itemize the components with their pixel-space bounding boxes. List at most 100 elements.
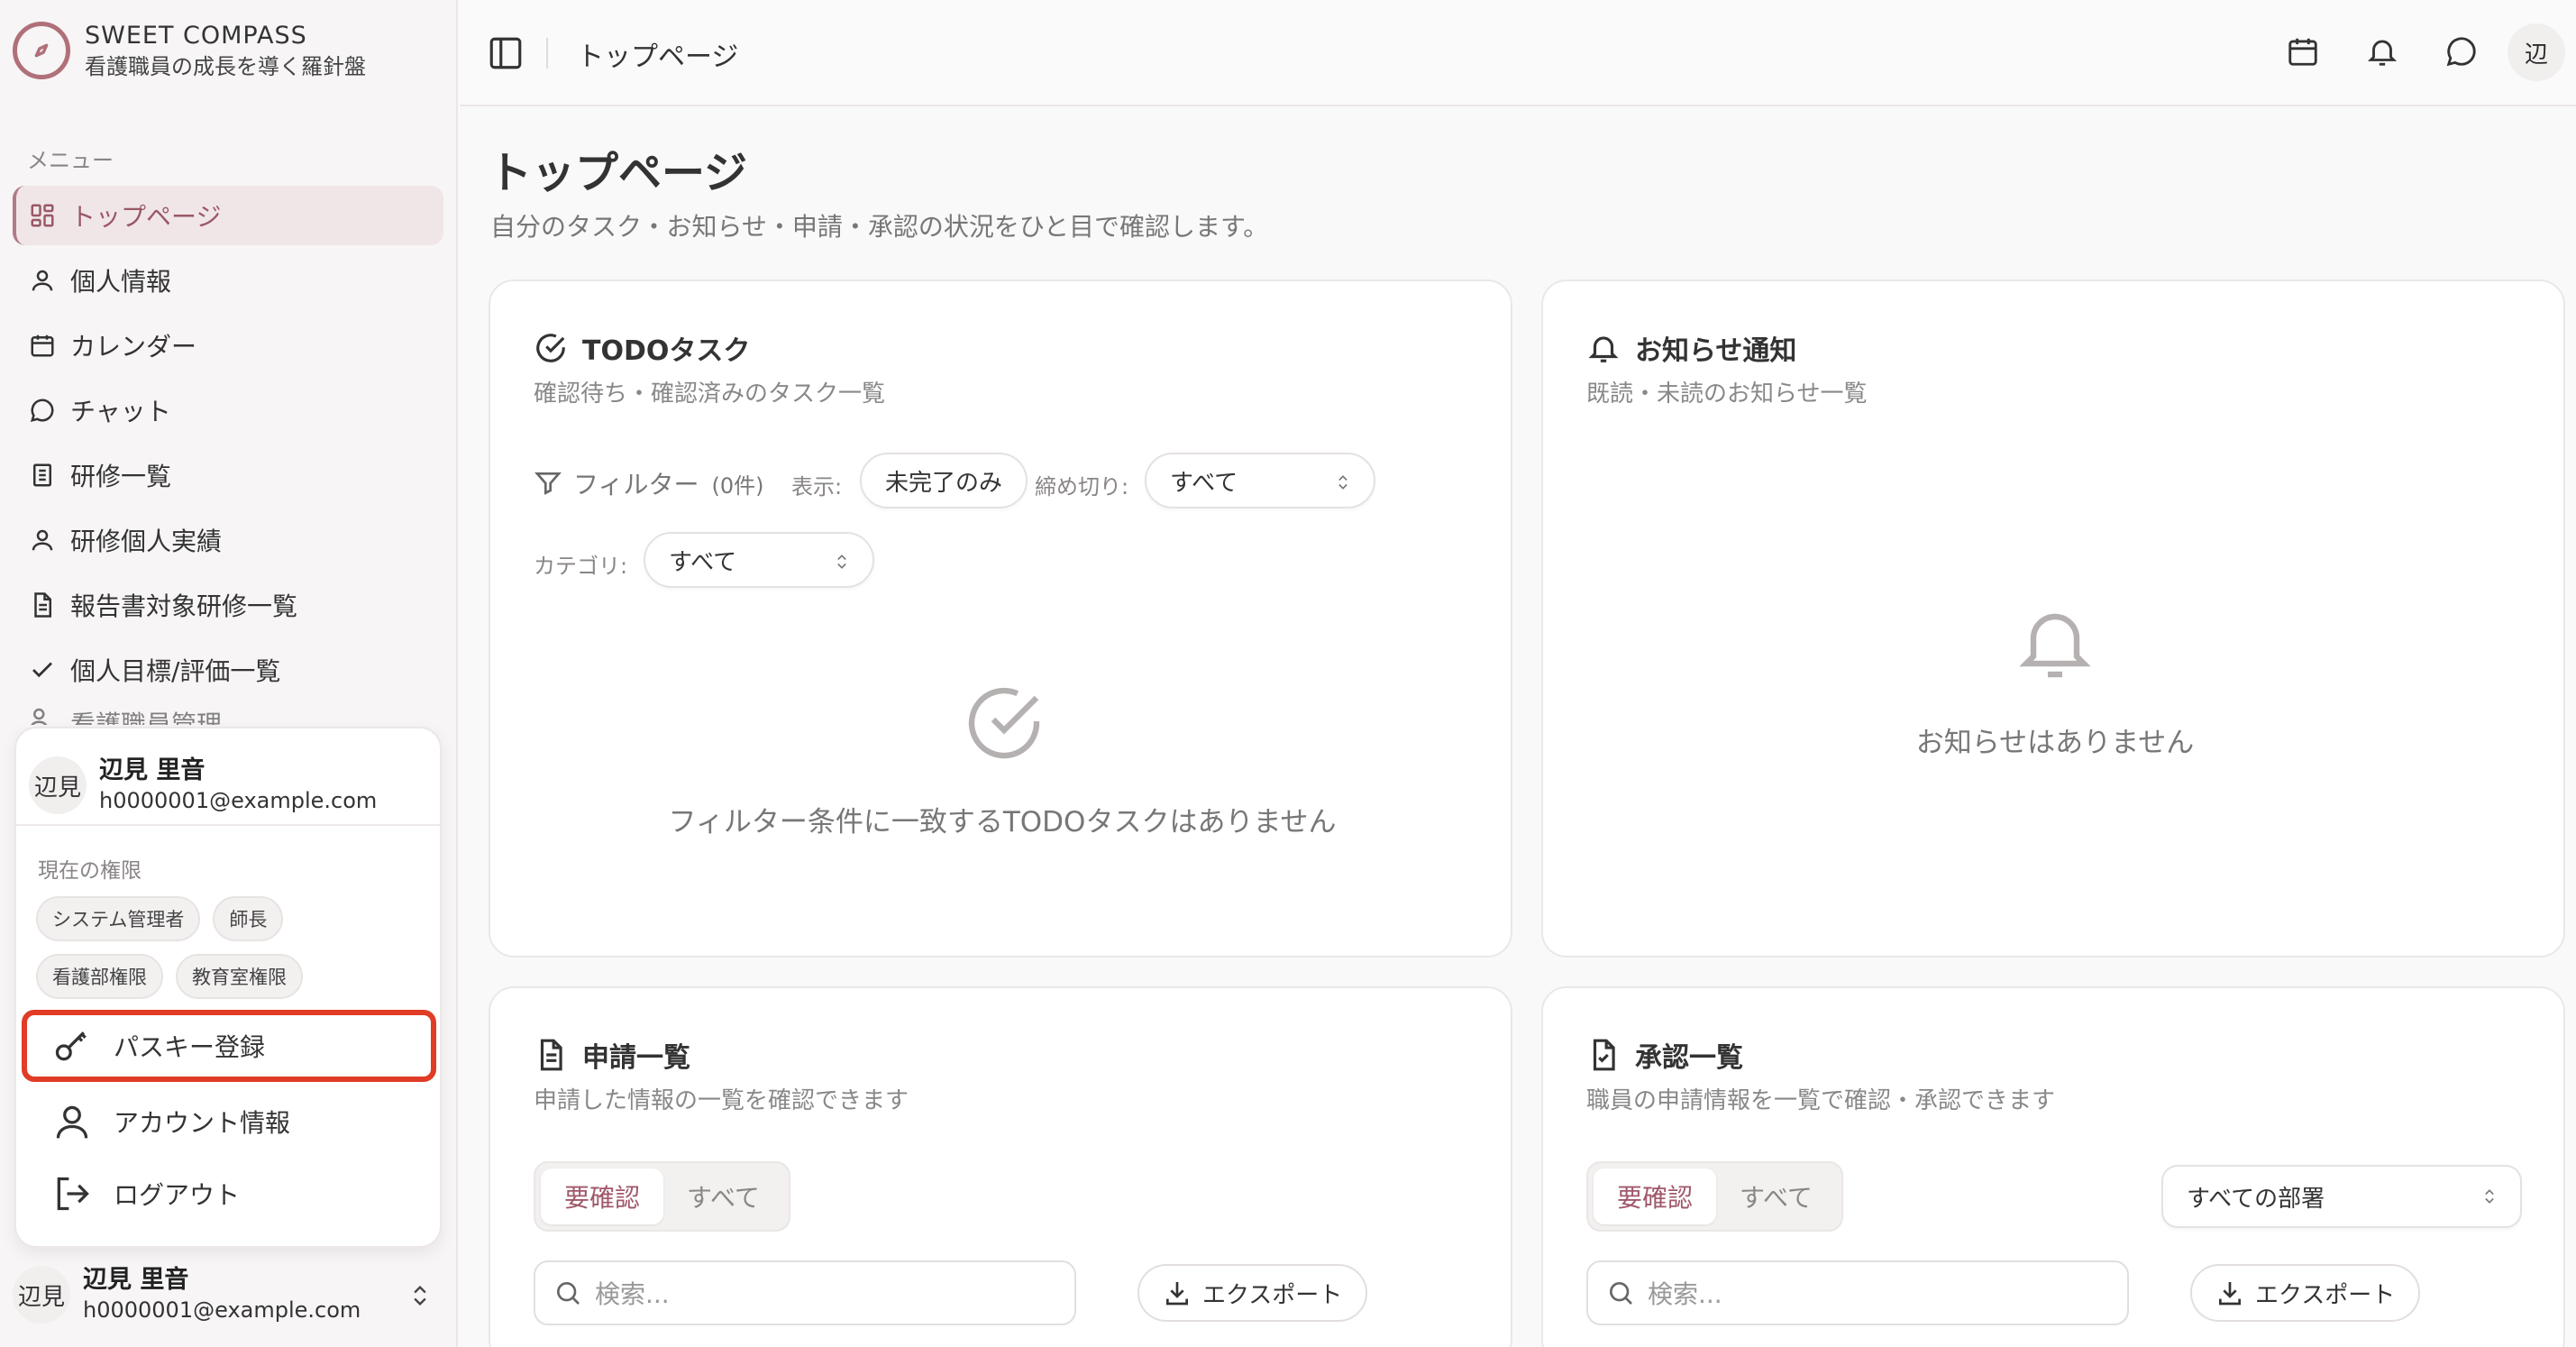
department-select[interactable]: すべての部署 [2161,1165,2522,1228]
search-input[interactable]: 検索... [1586,1260,2129,1325]
bell-icon [2019,613,2091,678]
document-icon [34,592,51,618]
notice-title: お知らせ通知 [1635,335,1797,367]
export-label: エクスポート [1202,1281,1343,1309]
brand-subtitle: 看護職員の成長を導く羅針盤 [85,54,366,79]
sidebar-item-label: 個人情報 [70,267,172,297]
category-select[interactable]: すべて [644,532,874,588]
export-button[interactable]: エクスポート [2190,1264,2421,1322]
approvals-card: 承認一覧 職員の申請情報を一覧で確認・承認できます 要確認 すべて すべての部署… [1541,986,2565,1347]
book-icon [33,463,51,487]
sidebar-item-profile[interactable]: 個人情報 [13,251,443,310]
sidebar-item-label: 看護職員管理 [70,710,223,725]
app: SWEET COMPASS 看護職員の成長を導く羅針盤 メニュー トップページ … [0,0,2576,1347]
sidebar-item-training-results[interactable]: 研修個人実績 [13,510,443,570]
todo-title: TODOタスク [582,335,751,367]
chat-icon[interactable] [2444,34,2479,69]
status-tabs: 要確認 すべて [534,1161,790,1232]
category-value: すべて [669,548,737,576]
permission-badge: 看護部権限 [36,954,163,999]
filter-count: (0件) [711,472,764,499]
brand-name: SWEET COMPASS [85,22,307,50]
sidebar-item-calendar[interactable]: カレンダー [13,316,443,375]
sidebar-toggle-icon[interactable] [487,34,525,72]
avatar: 辺見 [13,1266,70,1324]
sidebar-item-label: 研修個人実績 [70,527,223,556]
tab-needs-review[interactable]: 要確認 [541,1168,664,1224]
card-description: 職員の申請情報を一覧で確認・承認できます [1586,1087,2056,1114]
bell-icon[interactable] [2365,34,2399,69]
deadline-select[interactable]: すべて [1145,453,1375,509]
deadline-value: すべて [1170,469,1238,497]
todo-card: TODOタスク 確認待ち・確認済みのタスク一覧 フィルター (0件) 表示: 未… [489,279,1512,958]
approvals-title: 承認一覧 [1635,1042,1743,1074]
chat-icon [30,399,54,423]
card-title: 申請一覧 [534,1035,690,1075]
avatar: 辺見 [29,756,87,814]
check-circle-icon [968,687,1040,759]
page-title: トップページ [489,148,748,198]
sidebar-item-report-trainings[interactable]: 報告書対象研修一覧 [13,575,443,635]
sidebar-item-label: カレンダー [70,332,197,362]
display-label: 表示: [791,474,843,499]
sidebar-item-staff[interactable]: 看護職員管理 [13,705,443,725]
export-button[interactable]: エクスポート [1137,1264,1368,1322]
notice-card: お知らせ通知 既読・未読のお知らせ一覧 お知らせはありません [1541,279,2565,958]
search-input[interactable]: 検索... [534,1260,1076,1325]
sidebar-menu: トップページ 個人情報 カレンダー チャット 研修一覧 研修個人実績 報告書対象… [13,186,443,730]
sidebar-item-label: チャット [70,397,171,426]
display-value: 未完了のみ [885,469,1003,497]
calendar-icon[interactable] [2286,34,2320,69]
chevron-up-down-icon [2485,1189,2494,1204]
requests-title: 申請一覧 [582,1042,690,1074]
passkey-label: パスキー登録 [114,1032,266,1062]
user-switcher[interactable]: 辺見 辺見 里音 h0000001@example.com [13,1250,443,1340]
key-icon [55,1031,87,1061]
search-icon [1610,1282,1632,1305]
passkey-register-button[interactable]: パスキー登録 [22,1010,436,1082]
user-icon [56,1105,88,1139]
user-email: h0000001@example.com [83,1297,361,1323]
document-icon [540,1039,562,1071]
document-check-icon [1593,1039,1615,1071]
display-select[interactable]: 未完了のみ [860,453,1028,509]
deadline-label: 締め切り: [1035,474,1129,499]
user-name: 辺見 里音 [83,1266,189,1294]
notice-empty-message: お知らせはありません [1915,727,2195,759]
account-info-button[interactable]: アカウント情報 [22,1086,436,1158]
requests-card: 申請一覧 申請した情報の一覧を確認できます 要確認 すべて 検索... エクスポ… [489,986,1512,1347]
chevron-up-down-icon [1338,475,1347,490]
permission-badges: システム管理者 師長 看護部権限 教育室権限 [36,896,415,999]
sidebar-item-chat[interactable]: チャット [13,380,443,440]
divider [546,38,548,69]
tab-all[interactable]: すべて [663,1178,783,1214]
sidebar-item-trainings[interactable]: 研修一覧 [13,445,443,505]
sidebar-item-top[interactable]: トップページ [13,186,443,245]
logout-icon [57,1177,89,1211]
compass-logo-icon [13,22,70,79]
popup-user-info: 辺見 辺見 里音 h0000001@example.com [16,728,440,826]
permissions-title: 現在の権限 [38,859,142,883]
filter-toggle[interactable]: フィルター (0件) [534,465,763,501]
tab-needs-review[interactable]: 要確認 [1594,1168,1717,1224]
card-title: お知らせ通知 [1586,328,1796,368]
check-circle-icon [536,334,565,362]
category-label: カテゴリ: [534,554,628,579]
account-info-label: アカウント情報 [114,1108,291,1138]
sidebar-item-label: 個人目標/評価一覧 [70,656,281,686]
calendar-icon [31,334,54,357]
permission-badge: 師長 [213,896,284,941]
bell-icon [1588,336,1619,362]
brand[interactable]: SWEET COMPASS 看護職員の成長を導く羅針盤 [13,20,366,81]
sidebar-item-goals[interactable]: 個人目標/評価一覧 [13,640,443,700]
topbar: トップページ 辺 [460,0,2576,106]
search-placeholder: 検索... [1648,1279,1722,1309]
logout-button[interactable]: ログアウト [22,1158,436,1230]
avatar[interactable]: 辺 [2507,23,2565,81]
filter-icon [534,472,562,495]
user-icon [32,270,53,291]
download-icon [2219,1282,2241,1306]
logout-label: ログアウト [114,1180,241,1210]
tab-all[interactable]: すべて [1716,1178,1836,1214]
card-description: 既読・未読のお知らせ一覧 [1586,380,1868,408]
